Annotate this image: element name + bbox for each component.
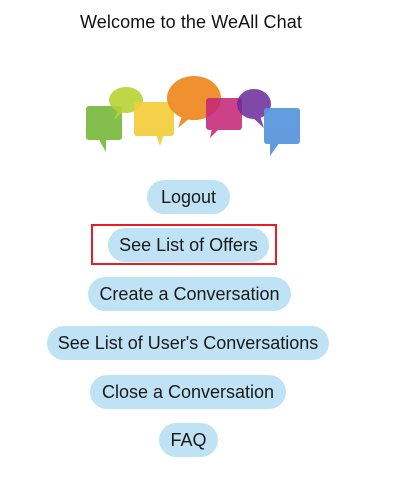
close-conversation-button[interactable]: Close a Conversation	[90, 375, 286, 409]
speech-bubbles-logo-icon	[86, 76, 300, 156]
faq-button[interactable]: FAQ	[159, 423, 218, 457]
list-user-conversations-button[interactable]: See List of User's Conversations	[47, 326, 329, 360]
page-title: Welcome to the WeAll Chat	[80, 12, 302, 32]
highlight-box	[91, 224, 277, 265]
create-conversation-button[interactable]: Create a Conversation	[88, 277, 291, 311]
logout-button[interactable]: Logout	[147, 180, 230, 214]
